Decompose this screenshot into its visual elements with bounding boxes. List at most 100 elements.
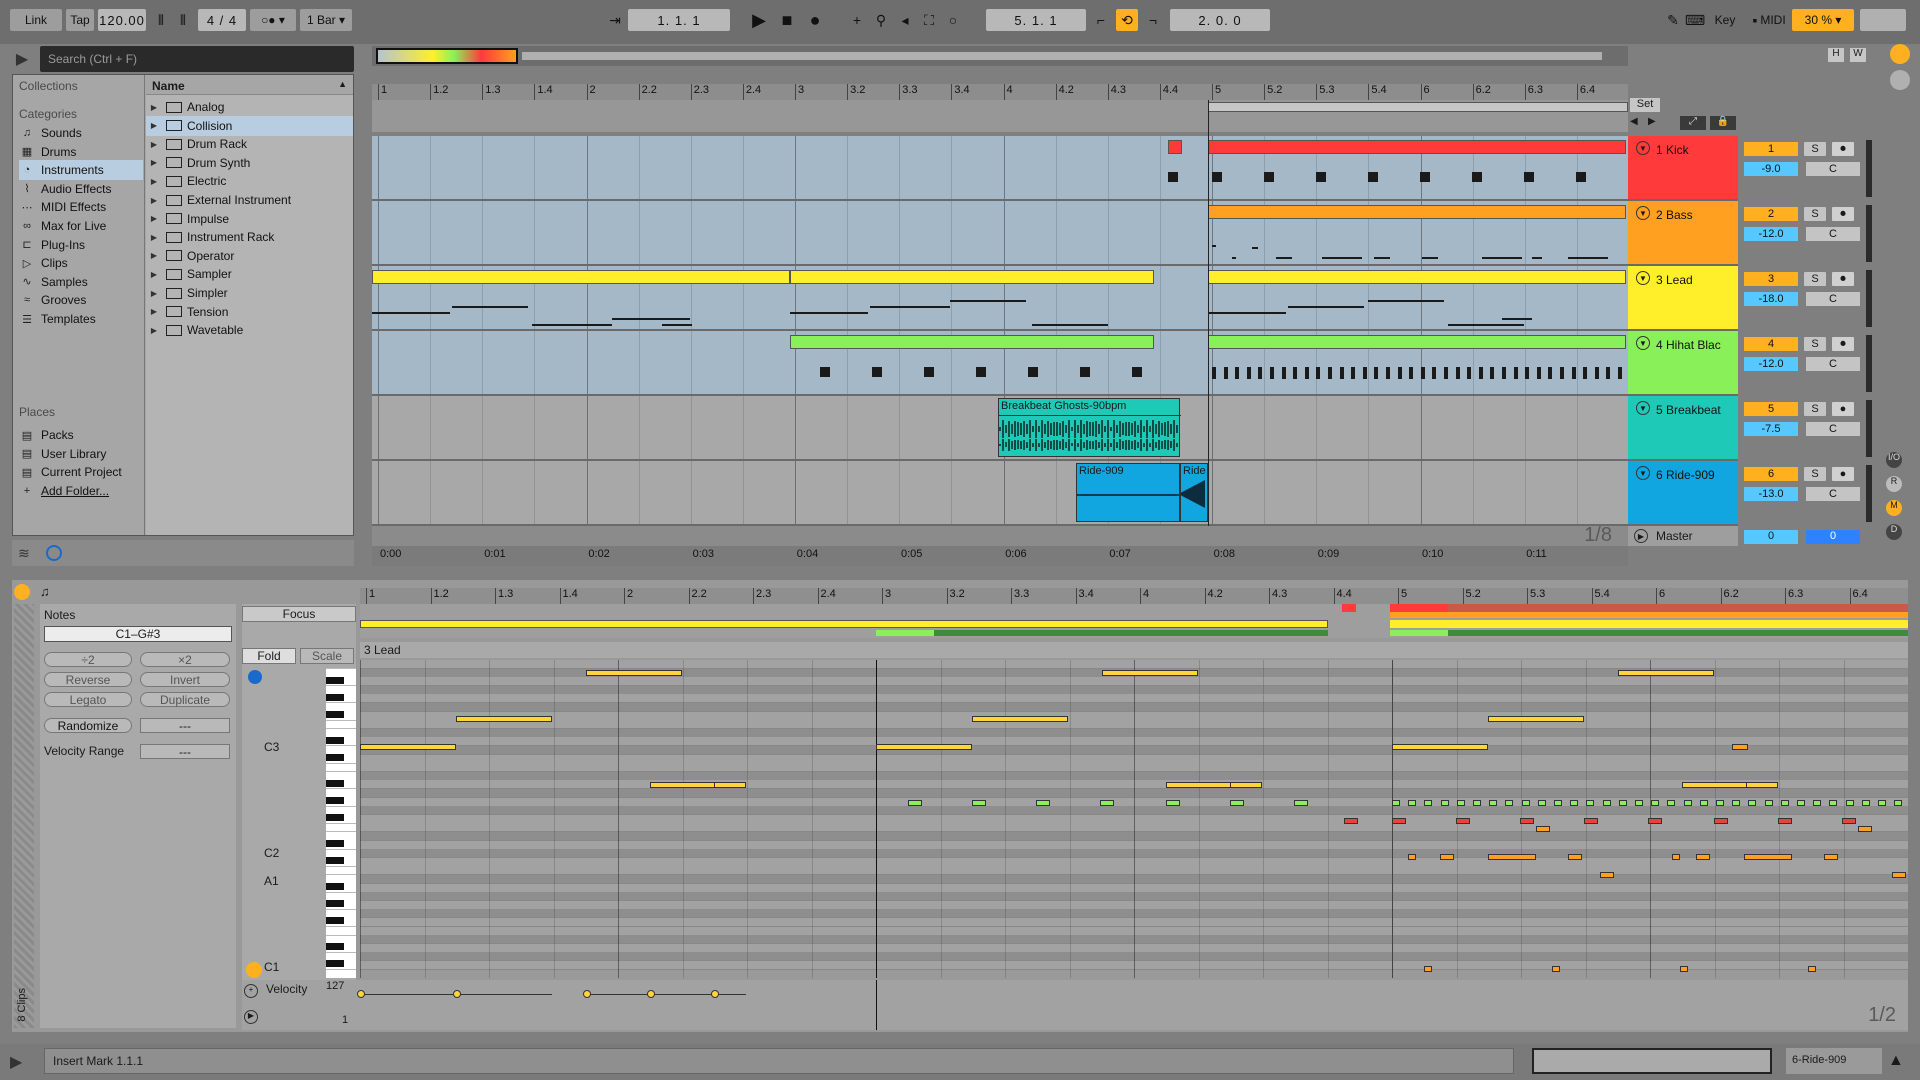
lead-note[interactable]: [1230, 782, 1262, 788]
play-icon[interactable]: ▶: [748, 9, 770, 31]
expand-arrow-icon[interactable]: ▶: [146, 177, 162, 186]
midi-clip-header[interactable]: [790, 335, 1154, 349]
record-arm-icon[interactable]: ●: [1832, 402, 1854, 416]
expand-tracks-icon[interactable]: ⤢: [1680, 116, 1706, 130]
track-header[interactable]: ▼ 4 Hihat Blac: [1628, 331, 1738, 396]
midi-clip-header[interactable]: [1208, 335, 1626, 349]
category-item[interactable]: ∞ Max for Live: [19, 216, 143, 236]
bass-note[interactable]: [1424, 966, 1432, 972]
arrangement-overview[interactable]: [372, 46, 1628, 66]
track-header[interactable]: ▼ 3 Lead: [1628, 266, 1738, 331]
preview-play-icon[interactable]: ▶: [10, 46, 34, 72]
browser-item[interactable]: ▶ External Instrument: [146, 190, 353, 210]
metronome-button[interactable]: ○● ▾: [250, 9, 296, 31]
track-activator[interactable]: 1: [1744, 142, 1798, 156]
kick-note[interactable]: [1714, 818, 1728, 824]
loop-switch-icon[interactable]: ⟲: [1116, 9, 1138, 31]
track-activator[interactable]: 4: [1744, 337, 1798, 351]
randomize-amount[interactable]: ---: [140, 718, 230, 733]
clip-view-toggle-icon[interactable]: [14, 584, 30, 600]
velocity-toggle-icon[interactable]: +: [244, 984, 258, 998]
hihat-note[interactable]: [1716, 800, 1724, 806]
overview-zoom-w[interactable]: W: [1850, 48, 1866, 62]
hihat-note[interactable]: [1489, 800, 1498, 806]
lead-note[interactable]: [876, 744, 972, 750]
nudge-down-icon[interactable]: ⦀: [150, 9, 172, 31]
draw-mode-icon[interactable]: ✎: [1662, 9, 1684, 31]
quantize-menu[interactable]: 1 Bar ▾: [300, 9, 352, 31]
hihat-note[interactable]: [1732, 800, 1741, 806]
expand-arrow-icon[interactable]: ▶: [146, 140, 162, 149]
solo-button[interactable]: S: [1804, 207, 1826, 221]
track-fold-icon[interactable]: ▼: [1636, 206, 1650, 220]
category-item[interactable]: ▦ Drums: [19, 142, 143, 162]
hihat-note[interactable]: [1635, 800, 1643, 806]
io-toggle-icon[interactable]: I/O: [1886, 452, 1902, 468]
black-key[interactable]: [326, 779, 344, 787]
kick-note[interactable]: [1584, 818, 1598, 824]
bass-note[interactable]: [1732, 744, 1748, 750]
bass-note[interactable]: [1858, 826, 1872, 832]
expand-arrow-icon[interactable]: ▶: [146, 251, 162, 260]
velocity-lane[interactable]: + Velocity 127 1 ▶ 1/2: [242, 980, 1908, 1030]
bass-note[interactable]: [1824, 854, 1838, 860]
browser-search-input[interactable]: Search (Ctrl + F): [40, 46, 354, 72]
key-map-button[interactable]: Key: [1708, 9, 1742, 31]
browser-item[interactable]: ▶ Electric: [146, 171, 353, 191]
focus-button[interactable]: Focus: [242, 606, 356, 622]
capture-icon[interactable]: ⛶: [918, 9, 940, 31]
black-key[interactable]: [326, 883, 344, 890]
hihat-note[interactable]: [1521, 800, 1530, 806]
hihat-note[interactable]: [1456, 800, 1465, 806]
black-key[interactable]: [326, 754, 344, 761]
expand-arrow-icon[interactable]: ▶: [146, 196, 162, 205]
fold-button[interactable]: Fold: [242, 648, 296, 664]
black-key[interactable]: [326, 676, 344, 684]
bass-note[interactable]: [1552, 966, 1560, 972]
mixer-toggle-icon[interactable]: [1890, 70, 1910, 90]
expand-arrow-icon[interactable]: ▶: [146, 270, 162, 279]
track-header[interactable]: ▼ 2 Bass: [1628, 201, 1738, 266]
place-item[interactable]: + Add Folder...: [19, 481, 143, 501]
track-header[interactable]: ▼ 5 Breakbeat: [1628, 396, 1738, 461]
audio-clip[interactable]: Breakbeat Ghosts-90bpm: [998, 398, 1181, 457]
hihat-note[interactable]: [1440, 800, 1449, 806]
legato-button[interactable]: Legato: [44, 692, 132, 707]
track-pan[interactable]: C: [1806, 227, 1860, 241]
bass-note[interactable]: [1600, 872, 1614, 878]
hihat-note[interactable]: [972, 800, 986, 806]
hihat-note[interactable]: [1100, 800, 1114, 806]
lead-note[interactable]: [456, 716, 552, 722]
track-activator[interactable]: 6: [1744, 467, 1798, 481]
category-item[interactable]: ▷ Clips: [19, 253, 143, 273]
track-fold-icon[interactable]: ▼: [1636, 271, 1650, 285]
expand-arrow-icon[interactable]: ▶: [146, 307, 162, 316]
bass-note[interactable]: [1696, 854, 1710, 860]
computer-keyboard-icon[interactable]: ⌨: [1684, 9, 1706, 31]
hihat-note[interactable]: [908, 800, 922, 806]
hihat-note[interactable]: [1473, 800, 1481, 806]
category-item[interactable]: ∿ Samples: [19, 272, 143, 292]
expand-arrow-icon[interactable]: ▶: [146, 121, 162, 130]
track-fold-icon[interactable]: ▼: [1636, 336, 1650, 350]
selected-track-indicator[interactable]: 6-Ride-909: [1786, 1048, 1882, 1074]
category-item[interactable]: ♫ Sounds: [19, 123, 143, 143]
black-key[interactable]: [326, 693, 344, 701]
hihat-note[interactable]: [1845, 800, 1854, 806]
session-record-icon[interactable]: ○: [942, 9, 964, 31]
track-fold-icon[interactable]: ▼: [1636, 141, 1650, 155]
hihat-note[interactable]: [1408, 800, 1417, 806]
browser-item[interactable]: ▶ Sampler: [146, 264, 353, 284]
track-volume[interactable]: -9.0: [1744, 162, 1798, 176]
velocity-handle[interactable]: [711, 990, 719, 998]
black-key[interactable]: [326, 857, 344, 865]
browser-item[interactable]: ▶ Wavetable: [146, 320, 353, 340]
time-ruler[interactable]: 0:00 0:01 0:02 0:03 0:04 0:05 0:06 0:07 0:08 0:09…: [372, 546, 1628, 566]
bass-note[interactable]: [1892, 872, 1906, 878]
master-volume[interactable]: 0: [1806, 530, 1860, 544]
delay-toggle-icon[interactable]: D: [1886, 524, 1902, 540]
track-header[interactable]: ▼ 1 Kick: [1628, 136, 1738, 201]
category-item[interactable]: ⋯ MIDI Effects: [19, 197, 143, 217]
master-cue-volume[interactable]: 0: [1744, 530, 1798, 544]
loop-brace[interactable]: [1208, 102, 1628, 112]
